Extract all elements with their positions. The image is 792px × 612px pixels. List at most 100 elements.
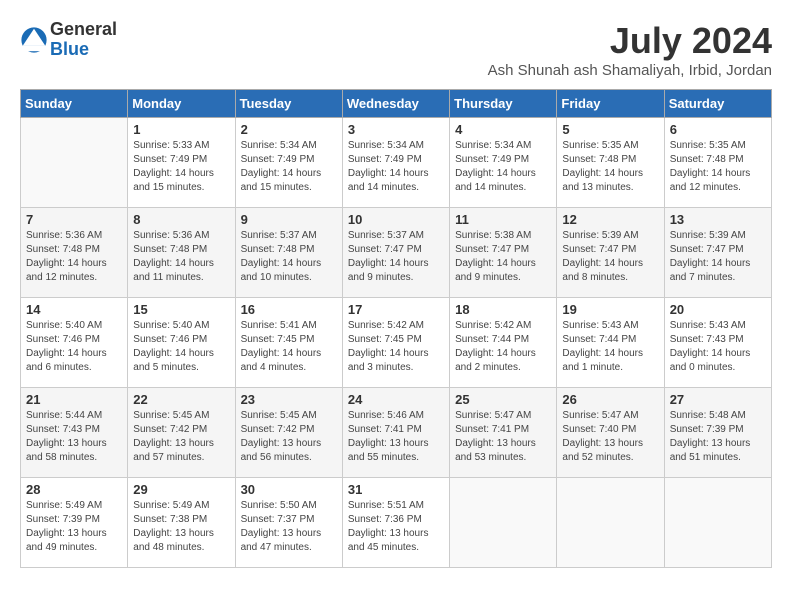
- calendar-cell: 8 Sunrise: 5:36 AMSunset: 7:48 PMDaylight…: [128, 208, 235, 298]
- weekday-header: Friday: [557, 90, 664, 118]
- weekday-header: Monday: [128, 90, 235, 118]
- day-info: Sunrise: 5:46 AMSunset: 7:41 PMDaylight:…: [348, 409, 444, 465]
- day-number: 7: [26, 212, 122, 227]
- month-title: July 2024: [488, 20, 772, 62]
- calendar-cell: [450, 478, 557, 568]
- day-number: 25: [455, 392, 551, 407]
- day-number: 13: [670, 212, 766, 227]
- day-number: 2: [241, 122, 337, 137]
- calendar-cell: 10 Sunrise: 5:37 AMSunset: 7:47 PMDayligh…: [342, 208, 449, 298]
- calendar-cell: 14 Sunrise: 5:40 AMSunset: 7:46 PMDayligh…: [21, 298, 128, 388]
- day-number: 26: [562, 392, 658, 407]
- calendar-cell: 31 Sunrise: 5:51 AMSunset: 7:36 PMDayligh…: [342, 478, 449, 568]
- day-info: Sunrise: 5:49 AMSunset: 7:39 PMDaylight:…: [26, 499, 122, 555]
- day-number: 18: [455, 302, 551, 317]
- day-info: Sunrise: 5:42 AMSunset: 7:45 PMDaylight:…: [348, 319, 444, 375]
- calendar-cell: 26 Sunrise: 5:47 AMSunset: 7:40 PMDayligh…: [557, 388, 664, 478]
- day-info: Sunrise: 5:40 AMSunset: 7:46 PMDaylight:…: [26, 319, 122, 375]
- day-number: 23: [241, 392, 337, 407]
- day-info: Sunrise: 5:34 AMSunset: 7:49 PMDaylight:…: [348, 139, 444, 195]
- weekday-header: Sunday: [21, 90, 128, 118]
- day-info: Sunrise: 5:35 AMSunset: 7:48 PMDaylight:…: [562, 139, 658, 195]
- calendar-cell: [557, 478, 664, 568]
- day-number: 9: [241, 212, 337, 227]
- day-number: 28: [26, 482, 122, 497]
- day-number: 3: [348, 122, 444, 137]
- day-number: 10: [348, 212, 444, 227]
- calendar-cell: 30Sunrise: 5:50 AMSunset: 7:37 PMDayligh…: [235, 478, 342, 568]
- day-number: 6: [670, 122, 766, 137]
- calendar-cell: 3 Sunrise: 5:34 AMSunset: 7:49 PMDaylight…: [342, 118, 449, 208]
- calendar-cell: 5Sunrise: 5:35 AMSunset: 7:48 PMDaylight…: [557, 118, 664, 208]
- page-header: General Blue July 2024 Ash Shunah ash Sh…: [20, 20, 772, 79]
- day-info: Sunrise: 5:45 AMSunset: 7:42 PMDaylight:…: [241, 409, 337, 465]
- day-info: Sunrise: 5:34 AMSunset: 7:49 PMDaylight:…: [241, 139, 337, 195]
- calendar-week-row: 28 Sunrise: 5:49 AMSunset: 7:39 PMDayligh…: [21, 478, 772, 568]
- day-info: Sunrise: 5:39 AMSunset: 7:47 PMDaylight:…: [670, 229, 766, 285]
- day-number: 16: [241, 302, 337, 317]
- weekday-header: Thursday: [450, 90, 557, 118]
- day-number: 1: [133, 122, 229, 137]
- weekday-header-row: SundayMondayTuesdayWednesdayThursdayFrid…: [21, 90, 772, 118]
- day-info: Sunrise: 5:36 AMSunset: 7:48 PMDaylight:…: [133, 229, 229, 285]
- day-number: 27: [670, 392, 766, 407]
- day-info: Sunrise: 5:43 AMSunset: 7:44 PMDaylight:…: [562, 319, 658, 375]
- day-info: Sunrise: 5:45 AMSunset: 7:42 PMDaylight:…: [133, 409, 229, 465]
- day-number: 8: [133, 212, 229, 227]
- logo: General Blue: [20, 20, 117, 60]
- weekday-header: Tuesday: [235, 90, 342, 118]
- calendar-cell: 15 Sunrise: 5:40 AMSunset: 7:46 PMDayligh…: [128, 298, 235, 388]
- calendar-cell: 29 Sunrise: 5:49 AMSunset: 7:38 PMDayligh…: [128, 478, 235, 568]
- calendar-cell: 1 Sunrise: 5:33 AMSunset: 7:49 PMDaylight…: [128, 118, 235, 208]
- calendar-cell: 17Sunrise: 5:42 AMSunset: 7:45 PMDayligh…: [342, 298, 449, 388]
- day-info: Sunrise: 5:33 AMSunset: 7:49 PMDaylight:…: [133, 139, 229, 195]
- day-info: Sunrise: 5:39 AMSunset: 7:47 PMDaylight:…: [562, 229, 658, 285]
- day-number: 12: [562, 212, 658, 227]
- calendar-cell: 12 Sunrise: 5:39 AMSunset: 7:47 PMDayligh…: [557, 208, 664, 298]
- calendar-cell: 13 Sunrise: 5:39 AMSunset: 7:47 PMDayligh…: [664, 208, 771, 298]
- day-info: Sunrise: 5:34 AMSunset: 7:49 PMDaylight:…: [455, 139, 551, 195]
- logo-blue-label: Blue: [50, 40, 117, 60]
- day-info: Sunrise: 5:47 AMSunset: 7:40 PMDaylight:…: [562, 409, 658, 465]
- day-info: Sunrise: 5:50 AMSunset: 7:37 PMDaylight:…: [241, 499, 337, 555]
- day-info: Sunrise: 5:40 AMSunset: 7:46 PMDaylight:…: [133, 319, 229, 375]
- day-number: 24: [348, 392, 444, 407]
- title-section: July 2024 Ash Shunah ash Shamaliyah, Irb…: [488, 20, 772, 79]
- calendar-cell: 4Sunrise: 5:34 AMSunset: 7:49 PMDaylight…: [450, 118, 557, 208]
- calendar-cell: 16 Sunrise: 5:41 AMSunset: 7:45 PMDayligh…: [235, 298, 342, 388]
- calendar-cell: 11 Sunrise: 5:38 AMSunset: 7:47 PMDayligh…: [450, 208, 557, 298]
- calendar-cell: 18Sunrise: 5:42 AMSunset: 7:44 PMDayligh…: [450, 298, 557, 388]
- day-number: 15: [133, 302, 229, 317]
- day-number: 11: [455, 212, 551, 227]
- weekday-header: Wednesday: [342, 90, 449, 118]
- day-info: Sunrise: 5:51 AMSunset: 7:36 PMDaylight:…: [348, 499, 444, 555]
- calendar-cell: [21, 118, 128, 208]
- day-number: 20: [670, 302, 766, 317]
- day-info: Sunrise: 5:36 AMSunset: 7:48 PMDaylight:…: [26, 229, 122, 285]
- day-number: 14: [26, 302, 122, 317]
- location-title: Ash Shunah ash Shamaliyah, Irbid, Jordan: [488, 62, 772, 79]
- logo-text: General Blue: [50, 20, 117, 60]
- calendar-table: SundayMondayTuesdayWednesdayThursdayFrid…: [20, 89, 772, 568]
- calendar-cell: [664, 478, 771, 568]
- day-info: Sunrise: 5:38 AMSunset: 7:47 PMDaylight:…: [455, 229, 551, 285]
- calendar-cell: 9Sunrise: 5:37 AMSunset: 7:48 PMDaylight…: [235, 208, 342, 298]
- day-info: Sunrise: 5:43 AMSunset: 7:43 PMDaylight:…: [670, 319, 766, 375]
- day-number: 29: [133, 482, 229, 497]
- calendar-cell: 7 Sunrise: 5:36 AMSunset: 7:48 PMDaylight…: [21, 208, 128, 298]
- calendar-week-row: 1 Sunrise: 5:33 AMSunset: 7:49 PMDaylight…: [21, 118, 772, 208]
- day-number: 31: [348, 482, 444, 497]
- calendar-week-row: 21Sunrise: 5:44 AMSunset: 7:43 PMDayligh…: [21, 388, 772, 478]
- day-number: 21: [26, 392, 122, 407]
- day-number: 19: [562, 302, 658, 317]
- logo-icon: [20, 26, 48, 54]
- day-info: Sunrise: 5:35 AMSunset: 7:48 PMDaylight:…: [670, 139, 766, 195]
- calendar-cell: 19 Sunrise: 5:43 AMSunset: 7:44 PMDayligh…: [557, 298, 664, 388]
- calendar-cell: 24 Sunrise: 5:46 AMSunset: 7:41 PMDayligh…: [342, 388, 449, 478]
- calendar-cell: 21Sunrise: 5:44 AMSunset: 7:43 PMDayligh…: [21, 388, 128, 478]
- day-info: Sunrise: 5:47 AMSunset: 7:41 PMDaylight:…: [455, 409, 551, 465]
- day-info: Sunrise: 5:49 AMSunset: 7:38 PMDaylight:…: [133, 499, 229, 555]
- day-info: Sunrise: 5:37 AMSunset: 7:47 PMDaylight:…: [348, 229, 444, 285]
- calendar-week-row: 7 Sunrise: 5:36 AMSunset: 7:48 PMDaylight…: [21, 208, 772, 298]
- day-info: Sunrise: 5:41 AMSunset: 7:45 PMDaylight:…: [241, 319, 337, 375]
